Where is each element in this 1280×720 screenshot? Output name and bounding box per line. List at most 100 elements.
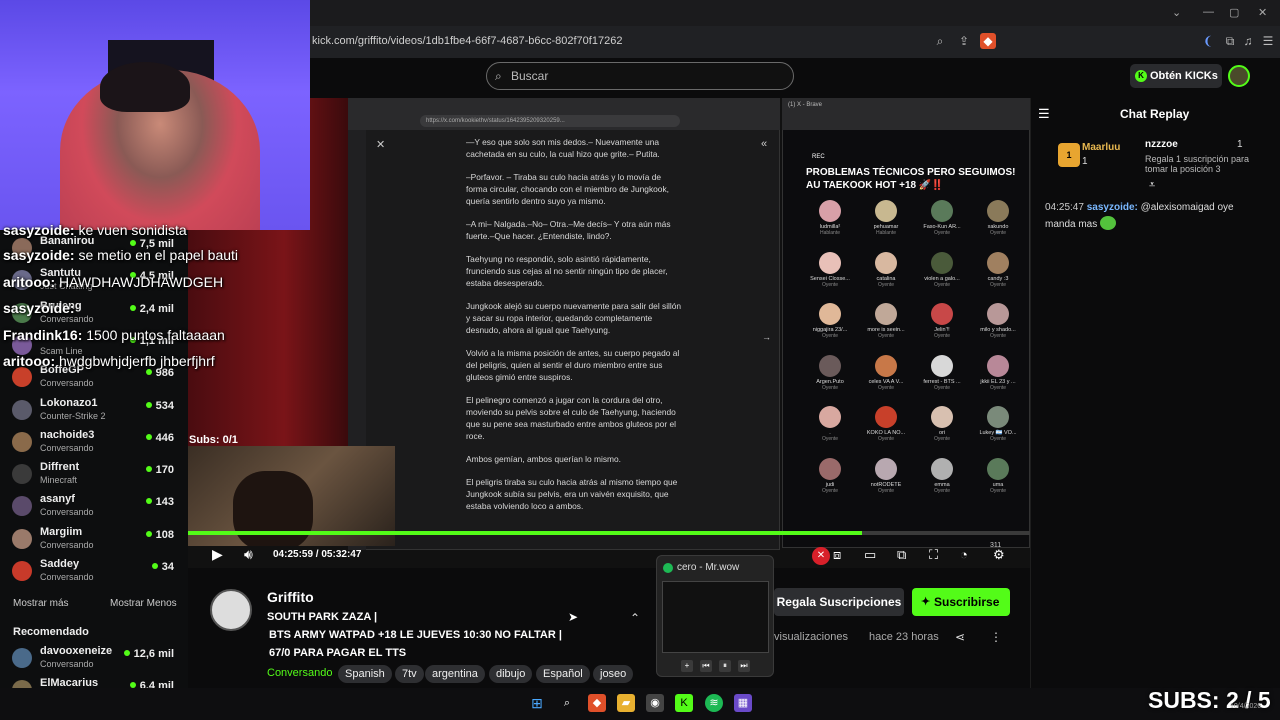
kicks-icon: K	[1135, 70, 1147, 82]
article-paragraph: –A mi– Nalgada.–No– Otra.–Me decís– Y ot…	[466, 219, 671, 241]
top-gifter-name[interactable]: Maarluu	[1082, 142, 1120, 153]
subscribe-label: Suscribirse	[934, 595, 1000, 609]
space-tab-title: (1) X - Brave	[788, 102, 823, 108]
gifter-name[interactable]: nzzzoe	[1145, 139, 1178, 150]
get-kicks-button[interactable]: K Obtén KICKs	[1130, 64, 1222, 88]
tag-dibujo[interactable]: dibujo	[489, 665, 533, 683]
recommended-title: Recomendado	[13, 626, 89, 638]
participant-role: Oyente	[877, 487, 895, 494]
overlay-chat-text: 1500 puntos faltaaaan	[82, 327, 225, 343]
participant-role: Oyente	[821, 281, 839, 288]
tab-list-icon[interactable]: ⌄	[1172, 6, 1181, 19]
menu-icon[interactable]: ☰	[1260, 33, 1276, 49]
chevron-up-icon[interactable]: ⌃	[630, 611, 640, 625]
sidebar-channel[interactable]: Saddey Conversando 34	[0, 555, 188, 587]
tag-espanol[interactable]: Español	[536, 665, 590, 683]
brave-shield-icon[interactable]: ◆	[980, 33, 996, 49]
channel-avatar	[12, 648, 32, 668]
add-icon[interactable]: +	[681, 660, 693, 672]
start-icon[interactable]: ⊞	[528, 694, 546, 712]
speed-icon[interactable]: ◔	[960, 547, 968, 562]
maximize-icon[interactable]: ▢	[1229, 6, 1239, 19]
view-count: visualizaciones	[774, 631, 848, 643]
overlay-chat-line: sasyzoide: se metio en el papel bauti	[3, 247, 238, 263]
spotify-icon[interactable]: ≋	[705, 694, 723, 712]
show-more-link[interactable]: Mostrar más	[13, 598, 69, 609]
previous-icon[interactable]: ⏮	[700, 660, 712, 672]
channel-avatar	[12, 367, 32, 388]
sidebar-channel[interactable]: Lokonazo1 Counter-Strike 2 534	[0, 394, 188, 426]
folder-icon[interactable]: ▰	[617, 694, 635, 712]
participant-role: Oyente	[821, 333, 839, 339]
share-icon[interactable]: ⋖	[955, 630, 965, 644]
sidebar-channel[interactable]: asanyf Conversando 143	[0, 490, 188, 522]
tag-7tv[interactable]: 7tv	[395, 665, 424, 683]
space-participant: notRODETE Oyente	[860, 457, 912, 494]
participant-avatar	[875, 457, 897, 480]
space-participant: Jelin'!! Oyente	[916, 303, 968, 339]
minimize-icon[interactable]: —	[1203, 6, 1214, 18]
article-paragraph: El peligris tiraba su culo hacia atrás a…	[466, 477, 678, 511]
overlay-chat-user: Frandink16:	[3, 327, 83, 343]
next-icon[interactable]: ⏭	[738, 660, 750, 672]
chevron-down-icon[interactable]: ⩡	[1149, 179, 1155, 192]
category-link[interactable]: Conversando	[267, 667, 332, 679]
clip-icon[interactable]: ⧈	[833, 547, 841, 563]
tag-argentina[interactable]: argentina	[425, 665, 485, 683]
address-bar[interactable]: kick.com/griffito/videos/1db1fbe4-66f7-4…	[300, 30, 1000, 52]
close-icon[interactable]: ✕	[1258, 6, 1267, 19]
fullscreen-icon[interactable]: ⛶	[929, 547, 938, 563]
taskbar	[0, 688, 1280, 720]
viewer-count: 170	[146, 464, 174, 476]
obs-icon[interactable]: ◉	[646, 694, 664, 712]
participant-avatar	[819, 406, 841, 428]
channel-name[interactable]: Griffito	[267, 589, 314, 605]
sidebar-channel[interactable]: Diffrent Minecraft 170	[0, 458, 188, 490]
tag-spanish[interactable]: Spanish	[338, 665, 392, 683]
music-icon[interactable]: ♫	[1240, 33, 1256, 49]
participant-role: Oyente	[877, 281, 895, 288]
taskbar-date: 10/4/2026	[1230, 703, 1262, 710]
subscribe-button[interactable]: ✦ Suscribirse	[912, 588, 1010, 616]
space-participant: celes VA A V... Oyente	[860, 354, 912, 391]
gift-subs-button[interactable]: Regala Suscripciones	[774, 588, 904, 616]
app-icon[interactable]: ▦	[734, 694, 752, 712]
volume-icon[interactable]: 🔊︎	[244, 546, 253, 563]
translate-icon[interactable]: ❨	[1200, 33, 1216, 49]
zoom-icon[interactable]: ⌕	[932, 33, 948, 49]
search-input[interactable]: ⌕ Buscar	[486, 62, 794, 90]
play-icon[interactable]: ▶	[212, 546, 223, 563]
sidebar-channel[interactable]: nachoide3 Conversando 446	[0, 426, 188, 458]
share-page-icon[interactable]: ⇪	[956, 33, 972, 49]
message-user[interactable]: sasyzoide:	[1087, 202, 1138, 213]
sidebar-channel[interactable]: Margiim Conversando 108	[0, 523, 188, 555]
participant-role: Oyente	[989, 384, 1007, 391]
theater-icon[interactable]: ▭	[864, 547, 876, 563]
settings-icon[interactable]: ⚙	[993, 547, 1005, 563]
stream-title-line: SOUTH PARK ZAZA |	[267, 611, 378, 623]
brave-icon[interactable]: ◆	[588, 694, 606, 712]
sidebar-channel[interactable]: davooxeneize Conversando 12,6 mil	[0, 642, 188, 674]
extensions-icon[interactable]: ⧉	[1222, 33, 1238, 49]
article-paragraph: Ambos gemían, ambos querían lo mismo.	[466, 454, 622, 464]
pip-icon[interactable]: ⧉	[897, 547, 906, 563]
more-options-icon[interactable]: ⋮	[990, 630, 1002, 644]
search-icon[interactable]: ⌕	[558, 694, 576, 712]
stream-browser-url: https://x.com/kookiethv/status/164239520…	[420, 115, 680, 127]
overlay-chat-line: sasyzoide:	[3, 300, 75, 316]
subs-goal-overlay: Subs: 0/1	[189, 434, 238, 446]
overlay-chat-text: HAWDHAWJDHAWDGEH	[55, 274, 224, 290]
kick-icon[interactable]: K	[675, 694, 693, 712]
space-participant: catalina Oyente	[860, 251, 912, 288]
participant-avatar	[931, 457, 953, 480]
show-less-link[interactable]: Mostrar Menos	[110, 598, 177, 609]
channel-avatar[interactable]	[210, 589, 252, 631]
user-avatar[interactable]	[1228, 65, 1250, 87]
overlay-chat-text: se metio en el papel bauti	[74, 247, 239, 263]
pause-icon[interactable]: ⏸	[719, 660, 731, 672]
participant-avatar	[819, 354, 841, 377]
space-title: PROBLEMAS TÉCNICOS PERO SEGUIMOS! AU TAE…	[806, 167, 1016, 191]
participants-grid: ludmilla² Hablante pehuamar Hablante Faso-Ku…	[804, 200, 1028, 494]
chat-menu-icon[interactable]: ☰	[1038, 106, 1050, 122]
tag-joseo[interactable]: joseo	[593, 665, 634, 683]
